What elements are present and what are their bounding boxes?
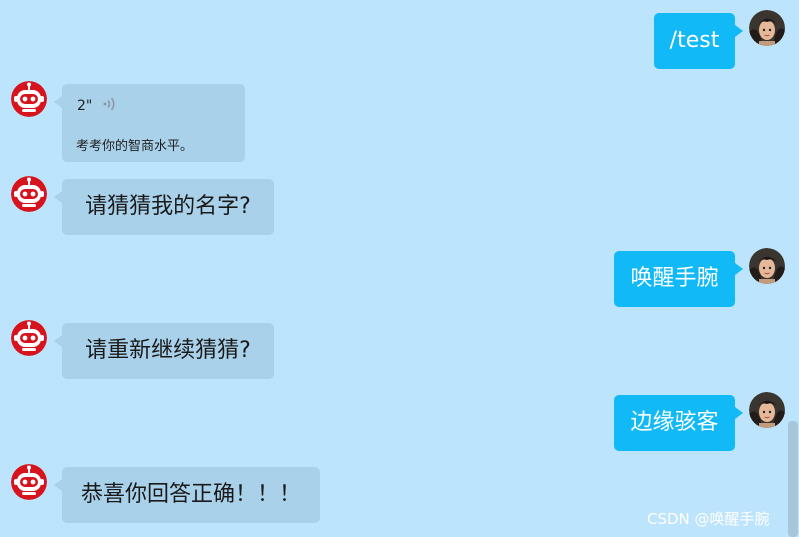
robot-avatar-icon[interactable] <box>11 320 47 356</box>
message-text: 恭喜你回答正确！！！ <box>80 482 301 507</box>
user-avatar-icon[interactable] <box>749 10 785 46</box>
message-text: 边缘骇客 <box>630 410 719 435</box>
watermark: CSDN @唤醒手腕 <box>647 510 770 528</box>
voice-message-bubble[interactable]: 2" 考考你的智商水平。 <box>54 84 245 162</box>
bot-message-bubble[interactable]: 请猜猜我的名字? <box>54 179 274 235</box>
voice-caption: 考考你的智商水平。 <box>76 139 194 154</box>
message-text: /test <box>669 28 720 53</box>
voice-player[interactable]: 2" <box>77 96 118 116</box>
message-text: 唤醒手腕 <box>630 266 719 291</box>
user-message-bubble[interactable]: /test <box>654 13 743 69</box>
user-message-bubble[interactable]: 边缘骇客 <box>614 395 743 451</box>
chat-scrollbar[interactable] <box>788 421 798 537</box>
robot-avatar-icon[interactable] <box>11 176 47 212</box>
user-avatar-icon[interactable] <box>749 248 785 284</box>
robot-avatar-icon[interactable] <box>11 464 47 500</box>
user-message-bubble[interactable]: 唤醒手腕 <box>614 251 743 307</box>
voice-duration: 2" <box>77 98 93 114</box>
bot-message-bubble[interactable]: 恭喜你回答正确！！！ <box>54 467 320 523</box>
bot-message-bubble[interactable]: 请重新继续猜猜? <box>54 323 274 379</box>
voice-wave-icon <box>102 96 118 116</box>
user-avatar-icon[interactable] <box>749 392 785 428</box>
robot-avatar-icon[interactable] <box>11 81 47 117</box>
message-text: 请重新继续猜猜? <box>85 338 251 363</box>
message-text: 请猜猜我的名字? <box>85 194 251 219</box>
